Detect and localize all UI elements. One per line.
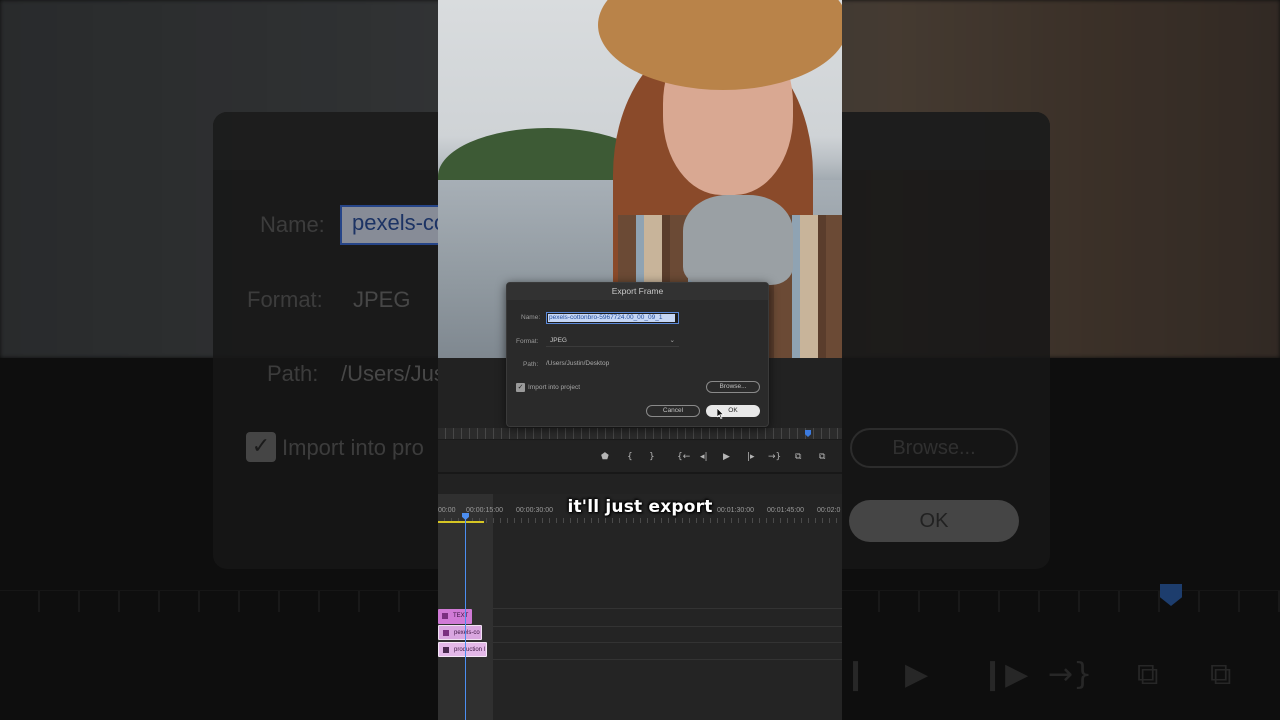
go-to-in-icon[interactable]: {← bbox=[677, 452, 690, 462]
video-frame: Name: pexels-cc Format: JPEG Path: /User… bbox=[0, 0, 1280, 720]
browse-button[interactable]: Browse... bbox=[706, 381, 760, 393]
mark-out-icon[interactable]: } bbox=[649, 452, 655, 462]
lift-icon[interactable]: ⧉ bbox=[795, 452, 801, 462]
go-to-out-icon[interactable]: →} bbox=[768, 452, 781, 462]
video-caption: it'll just export bbox=[567, 497, 713, 517]
extract-icon[interactable]: ⧉ bbox=[819, 452, 825, 462]
timeline-ticks bbox=[438, 518, 842, 523]
path-value: /Users/Justin/Desktop bbox=[546, 360, 610, 367]
hat bbox=[598, 0, 842, 90]
fx-icon bbox=[442, 613, 448, 619]
marker-icon[interactable]: ⬟ bbox=[601, 452, 609, 462]
transport-controls: ⬟ { } {← ◂| ▶ |▸ →} ⧉ ⧉ bbox=[438, 448, 842, 470]
format-select[interactable]: JPEG ⌄ bbox=[546, 335, 679, 347]
ok-button[interactable]: OK bbox=[706, 405, 760, 417]
step-back-icon[interactable]: ◂| bbox=[700, 452, 708, 462]
work-area-bar[interactable] bbox=[438, 521, 484, 523]
timeline-playhead[interactable] bbox=[465, 513, 466, 720]
name-value: pexels-cottonbro-5967724.00_00_09_1 bbox=[548, 314, 675, 322]
import-checkbox[interactable]: ✓ bbox=[516, 383, 525, 392]
import-label: Import into project bbox=[528, 384, 581, 391]
chevron-down-icon: ⌄ bbox=[669, 337, 675, 344]
timeline-clip-text[interactable]: TEXT bbox=[438, 609, 472, 624]
format-label: Format: bbox=[516, 338, 539, 345]
track-divider bbox=[493, 642, 842, 643]
track-divider bbox=[493, 659, 842, 660]
clip-label: TEXT bbox=[453, 613, 469, 619]
clip-label: pexels-co bbox=[454, 630, 480, 636]
timeline-panel bbox=[438, 494, 842, 720]
timeline-clip-production[interactable]: production l bbox=[438, 642, 487, 657]
name-field[interactable]: pexels-cottonbro-5967724.00_00_09_1 bbox=[546, 312, 679, 324]
monitor-time-ruler[interactable] bbox=[438, 428, 842, 440]
timeline-clip-video[interactable]: pexels-co bbox=[438, 625, 482, 640]
clip-label: production l bbox=[454, 647, 486, 653]
format-value: JPEG bbox=[550, 337, 567, 344]
track-divider bbox=[493, 626, 842, 627]
clip-type-icon bbox=[443, 647, 449, 653]
mouse-cursor-icon bbox=[717, 408, 725, 419]
track-divider bbox=[493, 608, 842, 609]
path-label: Path: bbox=[523, 361, 539, 368]
name-label: Name: bbox=[521, 314, 541, 321]
step-forward-icon[interactable]: |▸ bbox=[747, 452, 755, 462]
premiere-window: ⬟ { } {← ◂| ▶ |▸ →} ⧉ ⧉ 00:00 00:00:15:0… bbox=[438, 0, 842, 720]
dialog-title: Export Frame bbox=[507, 283, 768, 300]
fx-icon bbox=[443, 630, 449, 636]
play-icon[interactable]: ▶ bbox=[723, 452, 730, 462]
export-frame-dialog: Export Frame Name: pexels-cottonbro-5967… bbox=[506, 282, 769, 427]
cancel-button[interactable]: Cancel bbox=[646, 405, 700, 417]
mark-in-icon[interactable]: { bbox=[627, 452, 633, 462]
panel-divider bbox=[438, 472, 842, 474]
scarf bbox=[683, 195, 793, 285]
